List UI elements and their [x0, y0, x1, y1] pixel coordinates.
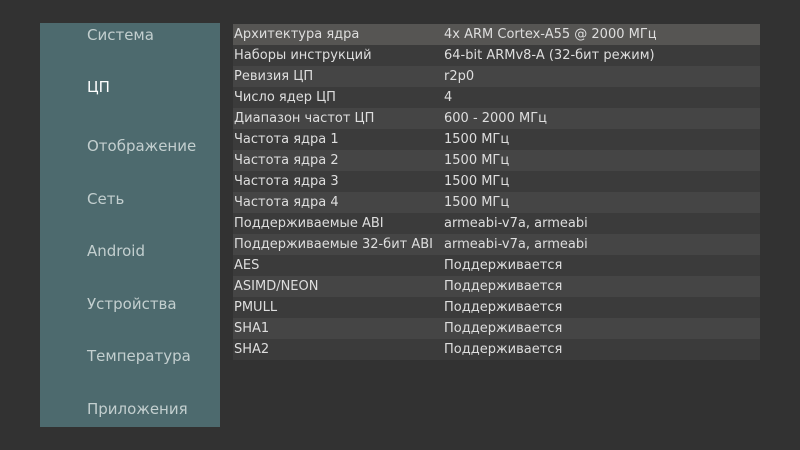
- cpu-info-table: Архитектура ядра 4x ARM Cortex-A55 @ 200…: [233, 24, 760, 360]
- table-row[interactable]: PMULL Поддерживается: [233, 297, 760, 318]
- table-row[interactable]: Частота ядра 1 1500 МГц: [233, 129, 760, 150]
- row-value: 4x ARM Cortex-A55 @ 2000 МГц: [444, 27, 657, 42]
- table-row[interactable]: ASIMD/NEON Поддерживается: [233, 276, 760, 297]
- row-key: Архитектура ядра: [234, 27, 360, 42]
- table-row[interactable]: SHA1 Поддерживается: [233, 318, 760, 339]
- row-value: 1500 МГц: [444, 153, 510, 168]
- row-value: Поддерживается: [444, 258, 563, 273]
- sidebar-item-display[interactable]: Отображение: [87, 137, 196, 155]
- row-key: Частота ядра 1: [234, 132, 339, 147]
- row-value: 1500 МГц: [444, 195, 510, 210]
- table-row[interactable]: SHA2 Поддерживается: [233, 339, 760, 360]
- row-value: 4: [444, 90, 453, 105]
- sidebar-item-android[interactable]: Android: [87, 242, 145, 260]
- row-key: AES: [234, 258, 260, 273]
- row-value: 1500 МГц: [444, 174, 510, 189]
- sidebar-item-cpu[interactable]: ЦП: [87, 78, 110, 96]
- table-row[interactable]: Частота ядра 3 1500 МГц: [233, 171, 760, 192]
- row-key: PMULL: [234, 300, 278, 315]
- table-row[interactable]: Ревизия ЦП r2p0: [233, 66, 760, 87]
- sidebar-item-temperature[interactable]: Температура: [87, 347, 191, 365]
- row-key: Диапазон частот ЦП: [234, 111, 375, 126]
- table-row[interactable]: AES Поддерживается: [233, 255, 760, 276]
- row-key: Наборы инструкций: [234, 48, 372, 63]
- row-value: Поддерживается: [444, 300, 563, 315]
- row-value: Поддерживается: [444, 321, 563, 336]
- table-row[interactable]: Архитектура ядра 4x ARM Cortex-A55 @ 200…: [233, 24, 760, 45]
- row-value: armeabi-v7a, armeabi: [444, 216, 588, 231]
- table-row[interactable]: Наборы инструкций 64-bit ARMv8-A (32-бит…: [233, 45, 760, 66]
- table-row[interactable]: Частота ядра 2 1500 МГц: [233, 150, 760, 171]
- table-row[interactable]: Частота ядра 4 1500 МГц: [233, 192, 760, 213]
- row-key: Ревизия ЦП: [234, 69, 314, 84]
- row-key: Число ядер ЦП: [234, 90, 336, 105]
- table-row[interactable]: Число ядер ЦП 4: [233, 87, 760, 108]
- row-key: SHA1: [234, 321, 270, 336]
- row-value: 64-bit ARMv8-A (32-бит режим): [444, 48, 655, 63]
- sidebar-item-system[interactable]: Система: [87, 26, 154, 44]
- sidebar-item-devices[interactable]: Устройства: [87, 295, 177, 313]
- row-value: Поддерживается: [444, 342, 563, 357]
- row-key: Поддерживаемые ABI: [234, 216, 384, 231]
- row-key: Поддерживаемые 32-бит ABI: [234, 237, 433, 252]
- row-value: Поддерживается: [444, 279, 563, 294]
- row-value: 1500 МГц: [444, 132, 510, 147]
- sidebar-nav: Система ЦП Отображение Сеть Android Устр…: [40, 23, 220, 427]
- table-row[interactable]: Поддерживаемые 32-бит ABI armeabi-v7a, a…: [233, 234, 760, 255]
- row-key: Частота ядра 4: [234, 195, 339, 210]
- row-key: Частота ядра 2: [234, 153, 339, 168]
- row-key: ASIMD/NEON: [234, 279, 319, 294]
- sidebar-item-network[interactable]: Сеть: [87, 190, 124, 208]
- row-value: r2p0: [444, 69, 475, 84]
- row-key: SHA2: [234, 342, 270, 357]
- sidebar-item-apps[interactable]: Приложения: [87, 400, 188, 418]
- table-row[interactable]: Поддерживаемые ABI armeabi-v7a, armeabi: [233, 213, 760, 234]
- table-row[interactable]: Диапазон частот ЦП 600 - 2000 МГц: [233, 108, 760, 129]
- row-value: 600 - 2000 МГц: [444, 111, 547, 126]
- row-value: armeabi-v7a, armeabi: [444, 237, 588, 252]
- row-key: Частота ядра 3: [234, 174, 339, 189]
